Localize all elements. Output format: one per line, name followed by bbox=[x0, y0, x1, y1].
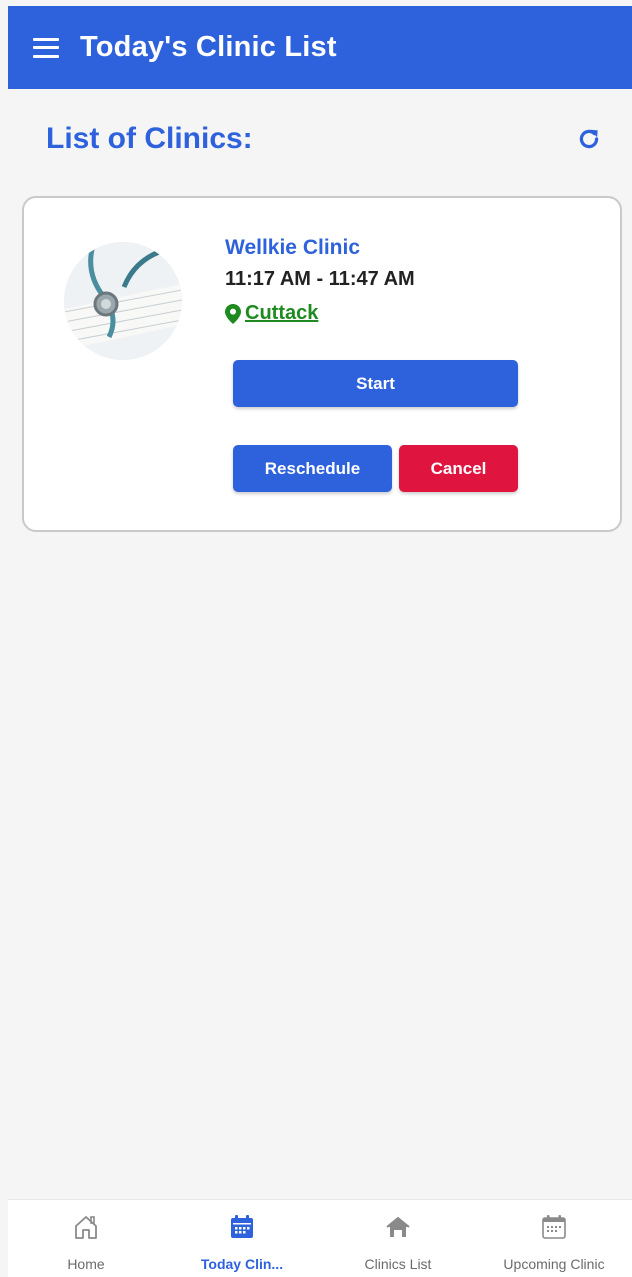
clinic-name[interactable]: Wellkie Clinic bbox=[225, 236, 360, 260]
page-title: Today's Clinic List bbox=[80, 31, 337, 63]
section-header: List of Clinics: bbox=[46, 122, 612, 168]
nav-item-clinics-list[interactable]: Clinics List bbox=[320, 1200, 476, 1277]
hamburger-icon bbox=[33, 37, 59, 58]
reschedule-button[interactable]: Reschedule bbox=[233, 445, 392, 492]
refresh-icon bbox=[579, 129, 599, 149]
calendar-outline-icon bbox=[539, 1212, 569, 1242]
nav-label-today-clinic: Today Clin... bbox=[200, 1256, 284, 1272]
nav-item-upcoming-clinic[interactable]: Upcoming Clinic bbox=[476, 1200, 632, 1277]
bottom-nav: Home Today Clin... Clinics List Upcoming… bbox=[8, 1199, 632, 1277]
cancel-button[interactable]: Cancel bbox=[399, 445, 518, 492]
menu-button[interactable] bbox=[14, 6, 78, 89]
refresh-button[interactable] bbox=[572, 122, 606, 156]
clinic-location: Cuttack bbox=[245, 302, 319, 324]
nav-label-upcoming-clinic: Upcoming Clinic bbox=[503, 1256, 605, 1272]
clinic-image bbox=[64, 242, 182, 360]
clinic-location-link[interactable]: Cuttack bbox=[225, 302, 318, 325]
nav-item-home[interactable]: Home bbox=[8, 1200, 164, 1277]
calendar-icon bbox=[227, 1212, 257, 1242]
start-button[interactable]: Start bbox=[233, 360, 518, 407]
map-pin-icon bbox=[225, 303, 241, 324]
nav-label-clinics-list: Clinics List bbox=[364, 1256, 432, 1272]
screen: Today's Clinic List List of Clinics: Wel… bbox=[0, 0, 632, 1277]
clinic-time: 11:17 AM - 11:47 AM bbox=[225, 268, 415, 290]
nav-item-today-clinic[interactable]: Today Clin... bbox=[164, 1200, 320, 1277]
clinic-card: Wellkie Clinic 11:17 AM - 11:47 AM Cutta… bbox=[22, 196, 622, 532]
nav-label-home: Home bbox=[67, 1256, 105, 1272]
home-filled-icon bbox=[383, 1212, 413, 1242]
home-icon bbox=[71, 1212, 101, 1242]
app-bar: Today's Clinic List bbox=[8, 6, 632, 89]
section-title: List of Clinics: bbox=[46, 122, 253, 155]
